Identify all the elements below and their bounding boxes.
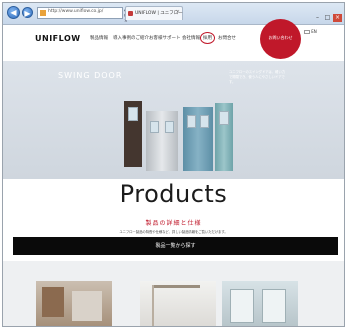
hero-title: SWING DOOR: [58, 71, 123, 80]
forward-arrow-icon: ▶: [24, 9, 31, 18]
minimize-button[interactable]: –: [313, 14, 322, 22]
site-favicon-icon: [40, 10, 46, 16]
tab-favicon-icon: [128, 11, 133, 16]
card-photo-detail: [152, 285, 200, 288]
back-button[interactable]: ◀: [7, 6, 20, 19]
language-label: EN: [311, 29, 317, 34]
door-window: [150, 121, 159, 133]
language-switch[interactable]: EN: [304, 29, 317, 34]
door-window: [128, 107, 138, 121]
card-photo-detail: [42, 287, 64, 317]
site-logo[interactable]: UNIFLOW: [35, 34, 81, 43]
contact-button[interactable]: お問い合わせ: [260, 19, 301, 59]
door-image-brown: [124, 101, 142, 167]
address-text: http://www.uniflow.co.jp/: [48, 9, 104, 14]
door-window: [187, 115, 196, 128]
nav-products[interactable]: 製品情報: [90, 35, 108, 41]
product-card-image[interactable]: [140, 281, 216, 326]
products-lead: ユニフロー製品の特長や仕様など、詳しい製品情報をご覧いただけます。: [119, 230, 228, 234]
card-photo-detail: [152, 285, 154, 326]
forward-button[interactable]: ▶: [22, 7, 33, 18]
browser-window: ◀ ▶ http://www.uniflow.co.jp/ ▾ C × UNIF…: [2, 2, 345, 327]
nav-support[interactable]: お客様サポート: [149, 35, 181, 41]
door-window: [200, 115, 209, 128]
close-button[interactable]: ×: [333, 14, 342, 22]
products-subtitle: 製品の詳細と仕様: [145, 220, 202, 227]
card-photo-detail: [262, 289, 286, 323]
product-cards: [3, 261, 344, 326]
nav-recruit[interactable]: 採用: [200, 32, 215, 44]
door-image-teal: [215, 103, 233, 171]
site-header: UNIFLOW 製品情報 導入事例のご紹介 お客様サポート 会社情報 採用 お問…: [3, 19, 344, 61]
contact-label: お問い合わせ: [268, 35, 293, 40]
flag-icon: [304, 30, 310, 34]
browser-toolbar: ◀ ▶ http://www.uniflow.co.jp/ ▾ C × UNIF…: [3, 3, 344, 25]
product-card-image[interactable]: [222, 281, 298, 326]
card-photo-detail: [72, 291, 102, 321]
product-card-image[interactable]: [36, 281, 112, 326]
maximize-button[interactable]: □: [323, 14, 332, 22]
door-window: [219, 111, 229, 125]
window-controls: – □ ×: [312, 4, 342, 23]
door-image-blue: [183, 107, 213, 171]
products-heading: Products: [119, 180, 228, 208]
hero-banner[interactable]: SWING DOOR ユニフローのスイングドアは、軽い力で開閉でき、使う人にやさ…: [3, 61, 344, 179]
nav-case-studies[interactable]: 導入事例のご紹介: [113, 35, 149, 41]
door-image-silver: [146, 111, 178, 171]
back-arrow-icon: ◀: [10, 8, 17, 17]
browser-tab[interactable]: UNIFLOW | ユニフロー ×: [125, 6, 183, 20]
tab-close-icon[interactable]: ×: [176, 9, 180, 15]
web-page: UNIFLOW 製品情報 導入事例のご紹介 お客様サポート 会社情報 採用 お問…: [3, 19, 344, 326]
nav-company[interactable]: 会社情報: [182, 35, 200, 41]
product-list-button[interactable]: 製品一覧から探す: [13, 237, 338, 255]
products-section: Products 製品の詳細と仕様 ユニフロー製品の特長や仕様など、詳しい製品情…: [3, 179, 344, 259]
nav-inquiry[interactable]: お問合せ: [218, 35, 236, 41]
door-window: [165, 121, 174, 133]
address-bar[interactable]: http://www.uniflow.co.jp/ ▾ C ×: [37, 7, 128, 24]
hero-description: ユニフローのスイングドアは、軽い力で開閉でき、使う人にやさしいドアです。: [229, 70, 286, 84]
product-list-label: 製品一覧から探す: [155, 243, 196, 249]
card-photo-detail: [230, 289, 254, 323]
